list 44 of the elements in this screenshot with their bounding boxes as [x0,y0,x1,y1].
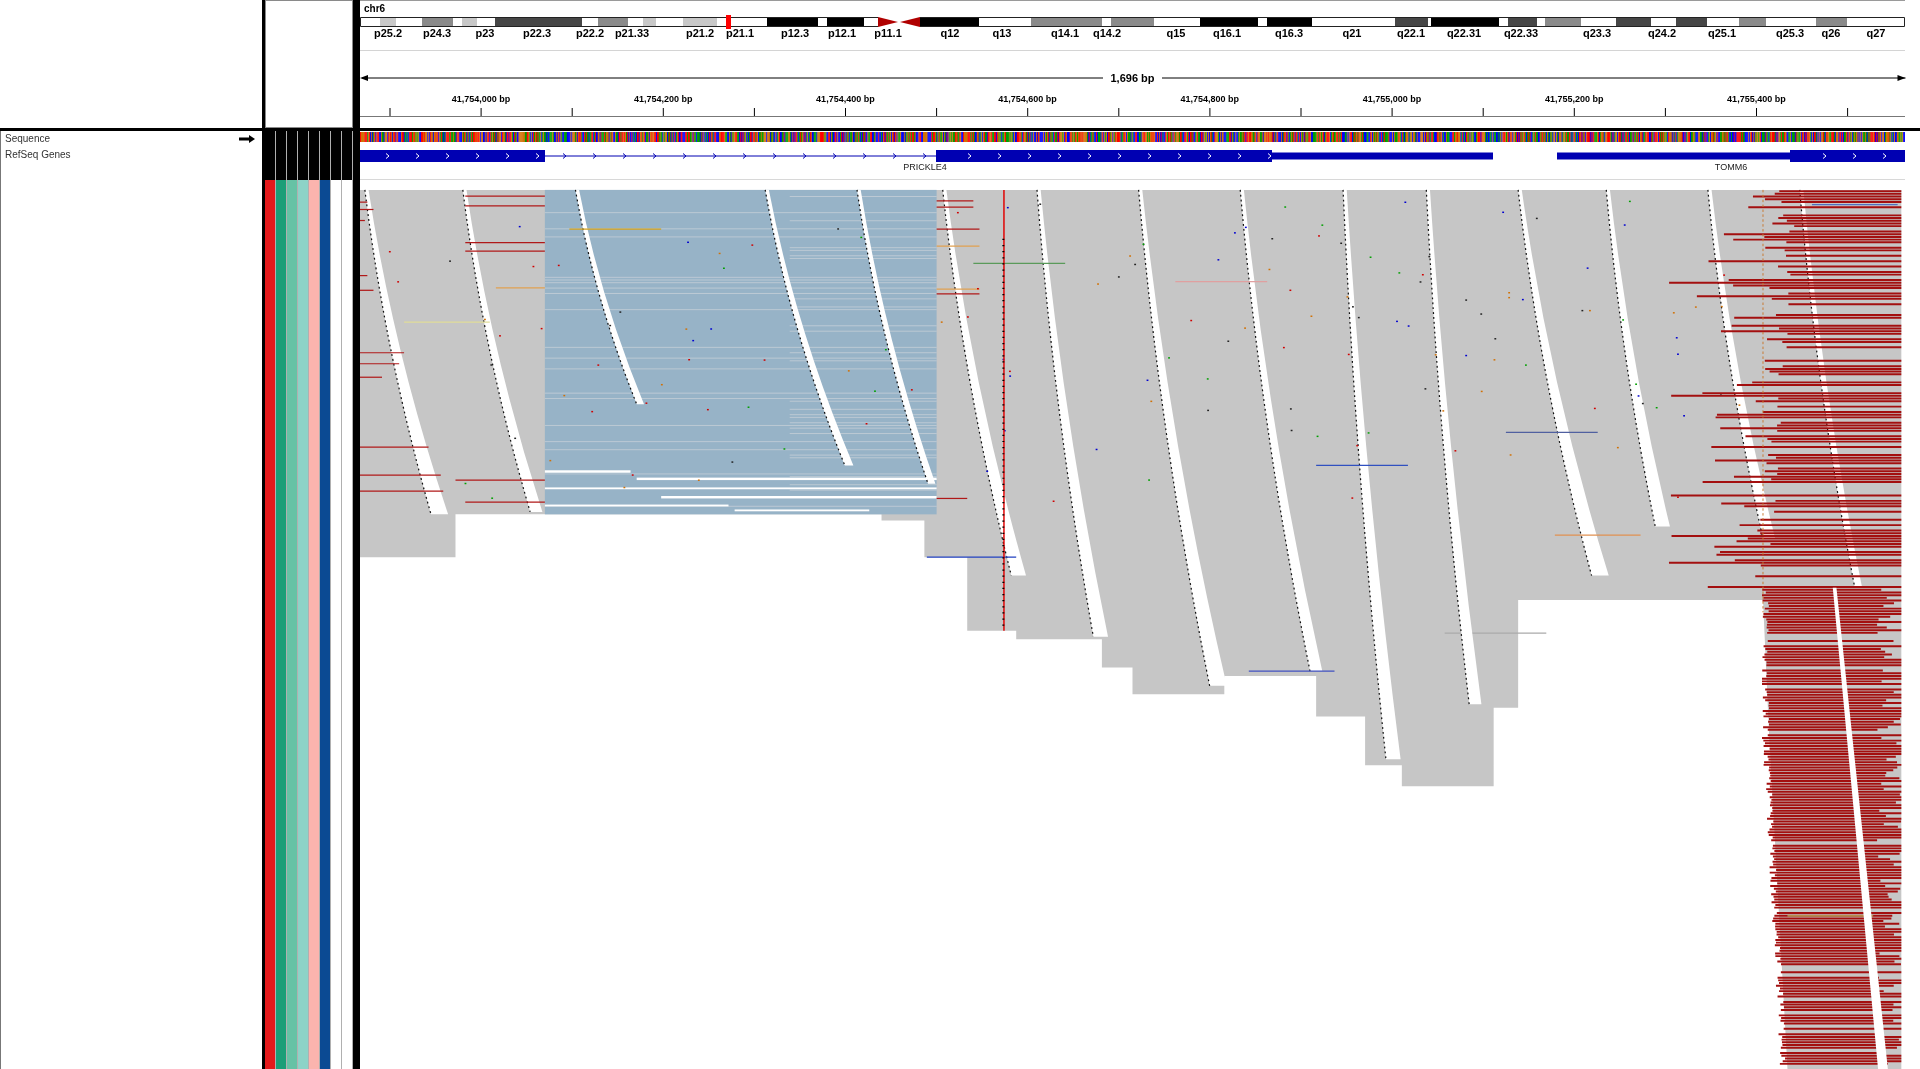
band-label: p21.2 [685,27,715,39]
band-label: q15 [1166,27,1186,39]
band-label: q24.2 [1647,27,1677,39]
band-label: q22.33 [1503,27,1539,39]
ruler-tick-label: 41,755,400 bp [1727,94,1786,104]
chromosome-name: chr6 [364,3,386,15]
band-label: p12.3 [780,27,810,39]
gene-name: TOMM6 [1714,162,1748,173]
band-label: p23 [475,27,495,39]
band-label: q25.1 [1707,27,1737,39]
band-label: q13 [992,27,1012,39]
band-label: p25.2 [373,27,403,39]
band-label: q14.1 [1050,27,1080,39]
band-label: p11.1 [874,27,902,39]
band-label: q12 [940,27,960,39]
gene-name: PRICKLE4 [903,162,947,173]
band-label: p21.1 [725,27,755,39]
band-label: q16.1 [1212,27,1242,39]
band-label: q22.1 [1396,27,1426,39]
band-label: q21 [1342,27,1362,39]
band-label: q26 [1821,27,1841,39]
ruler-tick-label: 41,754,400 bp [816,94,875,104]
band-label: p21.33 [614,27,650,39]
ruler-tick-label: 41,754,000 bp [451,94,511,104]
band-label: q22.31 [1446,27,1482,39]
band-label: q25.3 [1775,27,1805,39]
band-label: q27 [1866,27,1886,39]
track-name[interactable]: RefSeq Genes [5,149,71,161]
band-label: q23.3 [1582,27,1612,39]
right-arrow-icon[interactable] [239,135,255,143]
band-label: q14.2 [1092,27,1122,39]
ruler-tick-label: 41,755,000 bp [1362,94,1422,104]
ruler-tick-label: 41,754,600 bp [998,94,1057,104]
ruler-tick-label: 41,754,200 bp [633,94,693,104]
track-name[interactable]: Sequence [5,133,51,145]
band-label: p22.3 [522,27,552,39]
band-label: q16.3 [1274,27,1304,39]
span-length: 1,696 bp [1109,71,1156,85]
band-label: p24.3 [422,27,452,39]
band-label: p12.1 [827,27,857,39]
band-label: p22.2 [575,27,605,39]
ruler-tick-label: 41,754,800 bp [1180,94,1240,104]
ruler-tick-label: 41,755,200 bp [1544,94,1604,104]
chromosome-ideogram[interactable] [360,15,1905,29]
